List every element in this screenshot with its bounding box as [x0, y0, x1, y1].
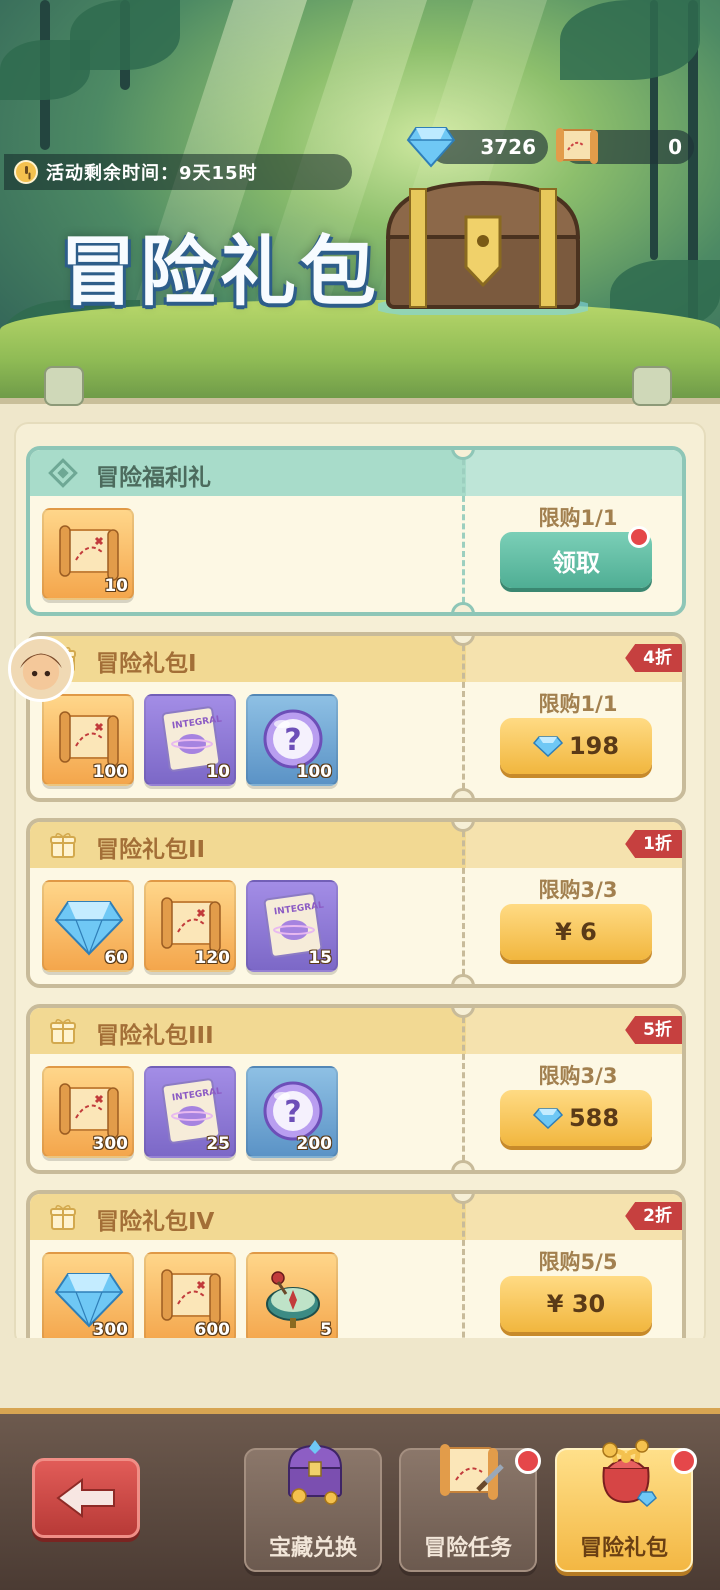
gem-amount: 3726 — [480, 135, 536, 159]
reward-quantity: 300 — [92, 1134, 129, 1154]
svg-text:?: ? — [284, 723, 301, 758]
purchase-limit: 限购3/3 — [538, 878, 618, 902]
button-label: ¥ 30 — [546, 1290, 606, 1318]
pack-title: 冒险礼包I — [96, 651, 197, 677]
treasure-chest-icon — [287, 1440, 343, 1505]
reward-item[interactable]: 10 — [42, 508, 134, 600]
notification-dot — [671, 1448, 697, 1474]
back-button[interactable] — [32, 1458, 140, 1538]
discount-badge: 1折 — [625, 830, 682, 858]
reward-item[interactable]: INTEGRAL 25 — [144, 1066, 236, 1158]
treasure-chest-icon — [378, 180, 588, 315]
diamond-icon — [532, 736, 563, 757]
gift-pack-card: 冒险礼包III 5折 300 INTEGRAL 25? 200 限购3/3 588 — [26, 1004, 686, 1174]
tab-adventure-packs[interactable]: 冒险礼包 — [555, 1439, 697, 1572]
panel-clip-left — [44, 366, 84, 406]
reward-quantity: 120 — [194, 948, 231, 968]
list-bottom-edge — [14, 1338, 706, 1408]
reward-quantity: 10 — [206, 762, 230, 782]
gift-box-icon — [48, 1016, 78, 1046]
button-label: ¥ 6 — [555, 918, 597, 946]
reward-quantity: 100 — [296, 762, 333, 782]
card-divider — [462, 822, 465, 984]
svg-text:?: ? — [284, 1095, 301, 1130]
reward-item[interactable]: 300 — [42, 1252, 134, 1338]
diamond-icon — [532, 1108, 563, 1129]
tab-label: 冒险礼包 — [579, 1536, 668, 1561]
gift-pack-card: 冒险福利礼 10 限购1/1 领取 — [26, 446, 686, 616]
reward-item[interactable]: INTEGRAL 10 — [144, 694, 236, 786]
reward-quantity: 10 — [104, 576, 128, 596]
tab-label: 冒险任务 — [423, 1536, 512, 1561]
reward-item[interactable]: ? 200 — [246, 1066, 338, 1158]
quest-scroll-icon — [440, 1444, 504, 1500]
discount-badge: 4折 — [625, 644, 682, 672]
discount-badge: 2折 — [625, 1202, 682, 1230]
card-divider — [462, 1008, 465, 1170]
reward-quantity: 60 — [104, 948, 128, 968]
tab-label: 宝藏兑换 — [268, 1536, 357, 1561]
reward-quantity: 600 — [194, 1320, 231, 1338]
reward-item[interactable]: 60 — [42, 880, 134, 972]
pack-title: 冒险福利礼 — [96, 465, 211, 491]
compass-icon — [266, 1271, 320, 1328]
buy-with-cash-button[interactable]: ¥ 30 — [500, 1276, 652, 1332]
reward-item[interactable]: ? 100 — [246, 694, 338, 786]
purchase-limit: 限购1/1 — [538, 506, 618, 530]
card-divider — [462, 450, 465, 612]
tab-treasure-exchange[interactable]: 宝藏兑换 — [244, 1440, 382, 1572]
scroll-amount: 0 — [668, 135, 682, 159]
gift-pack-card: 冒险礼包IV 2折 300 600 5 限购5/5 ¥ 30 — [26, 1190, 686, 1338]
pack-title: 冒险礼包III — [96, 1023, 214, 1049]
reward-item[interactable]: 100 — [42, 694, 134, 786]
purchase-limit: 限购1/1 — [538, 692, 618, 716]
reward-quantity: 100 — [92, 762, 129, 782]
reward-quantity: 200 — [296, 1134, 333, 1154]
reward-item[interactable]: INTEGRAL 15 — [246, 880, 338, 972]
notification-dot — [628, 526, 650, 548]
notification-dot — [515, 1448, 541, 1474]
tab-adventure-quests[interactable]: 冒险任务 — [399, 1444, 541, 1572]
clock-icon — [14, 160, 38, 184]
avatar — [8, 636, 74, 702]
diamond-frame-icon — [48, 458, 78, 488]
panel-clip-right — [632, 366, 672, 406]
reward-quantity: 300 — [92, 1320, 129, 1338]
buy-with-gems-button[interactable]: 588 — [500, 1090, 652, 1146]
discount-badge: 5折 — [625, 1016, 682, 1044]
event-banner — [0, 0, 720, 400]
back-arrow-icon — [56, 1478, 115, 1518]
gift-box-icon — [48, 1202, 78, 1232]
gift-pack-card: 冒险礼包II 1折 60 120 INTEGRAL 15 限购3/3 ¥ 6 — [26, 818, 686, 988]
reward-quantity: 15 — [308, 948, 332, 968]
button-label: 198 — [568, 732, 620, 760]
button-label: 领取 — [552, 548, 600, 577]
purchase-limit: 限购3/3 — [538, 1064, 618, 1088]
buy-with-gems-button[interactable]: 198 — [500, 718, 652, 774]
reward-item[interactable]: 120 — [144, 880, 236, 972]
reward-item[interactable]: 300 — [42, 1066, 134, 1158]
pack-list[interactable]: 冒险福利礼 10 限购1/1 领取冒险礼包I 4折 100 INTEGRAL 10? 100 限购… — [26, 446, 690, 1338]
reward-item[interactable]: 600 — [144, 1252, 236, 1338]
diamond-icon — [406, 127, 456, 168]
reward-quantity: 5 — [320, 1320, 332, 1338]
purchase-limit: 限购5/5 — [538, 1250, 618, 1274]
map-scroll-icon — [556, 128, 598, 164]
pack-title: 冒险礼包II — [96, 837, 206, 863]
gift-box-icon — [48, 830, 78, 860]
page-title: 冒险礼包 — [60, 227, 380, 316]
card-divider — [462, 636, 465, 798]
timer-label: 活动剩余时间：9天15时 — [46, 163, 258, 184]
event-timer: 活动剩余时间：9天15时 — [4, 154, 352, 190]
button-label: 588 — [568, 1104, 620, 1132]
reward-item[interactable]: 5 — [246, 1252, 338, 1338]
buy-with-cash-button[interactable]: ¥ 6 — [500, 904, 652, 960]
gift-pack-card: 冒险礼包I 4折 100 INTEGRAL 10? 100 限购1/1 198 — [26, 632, 686, 802]
gift-bag-icon — [602, 1439, 657, 1508]
card-divider — [462, 1194, 465, 1338]
reward-quantity: 25 — [206, 1134, 230, 1154]
pack-title: 冒险礼包IV — [96, 1209, 215, 1235]
